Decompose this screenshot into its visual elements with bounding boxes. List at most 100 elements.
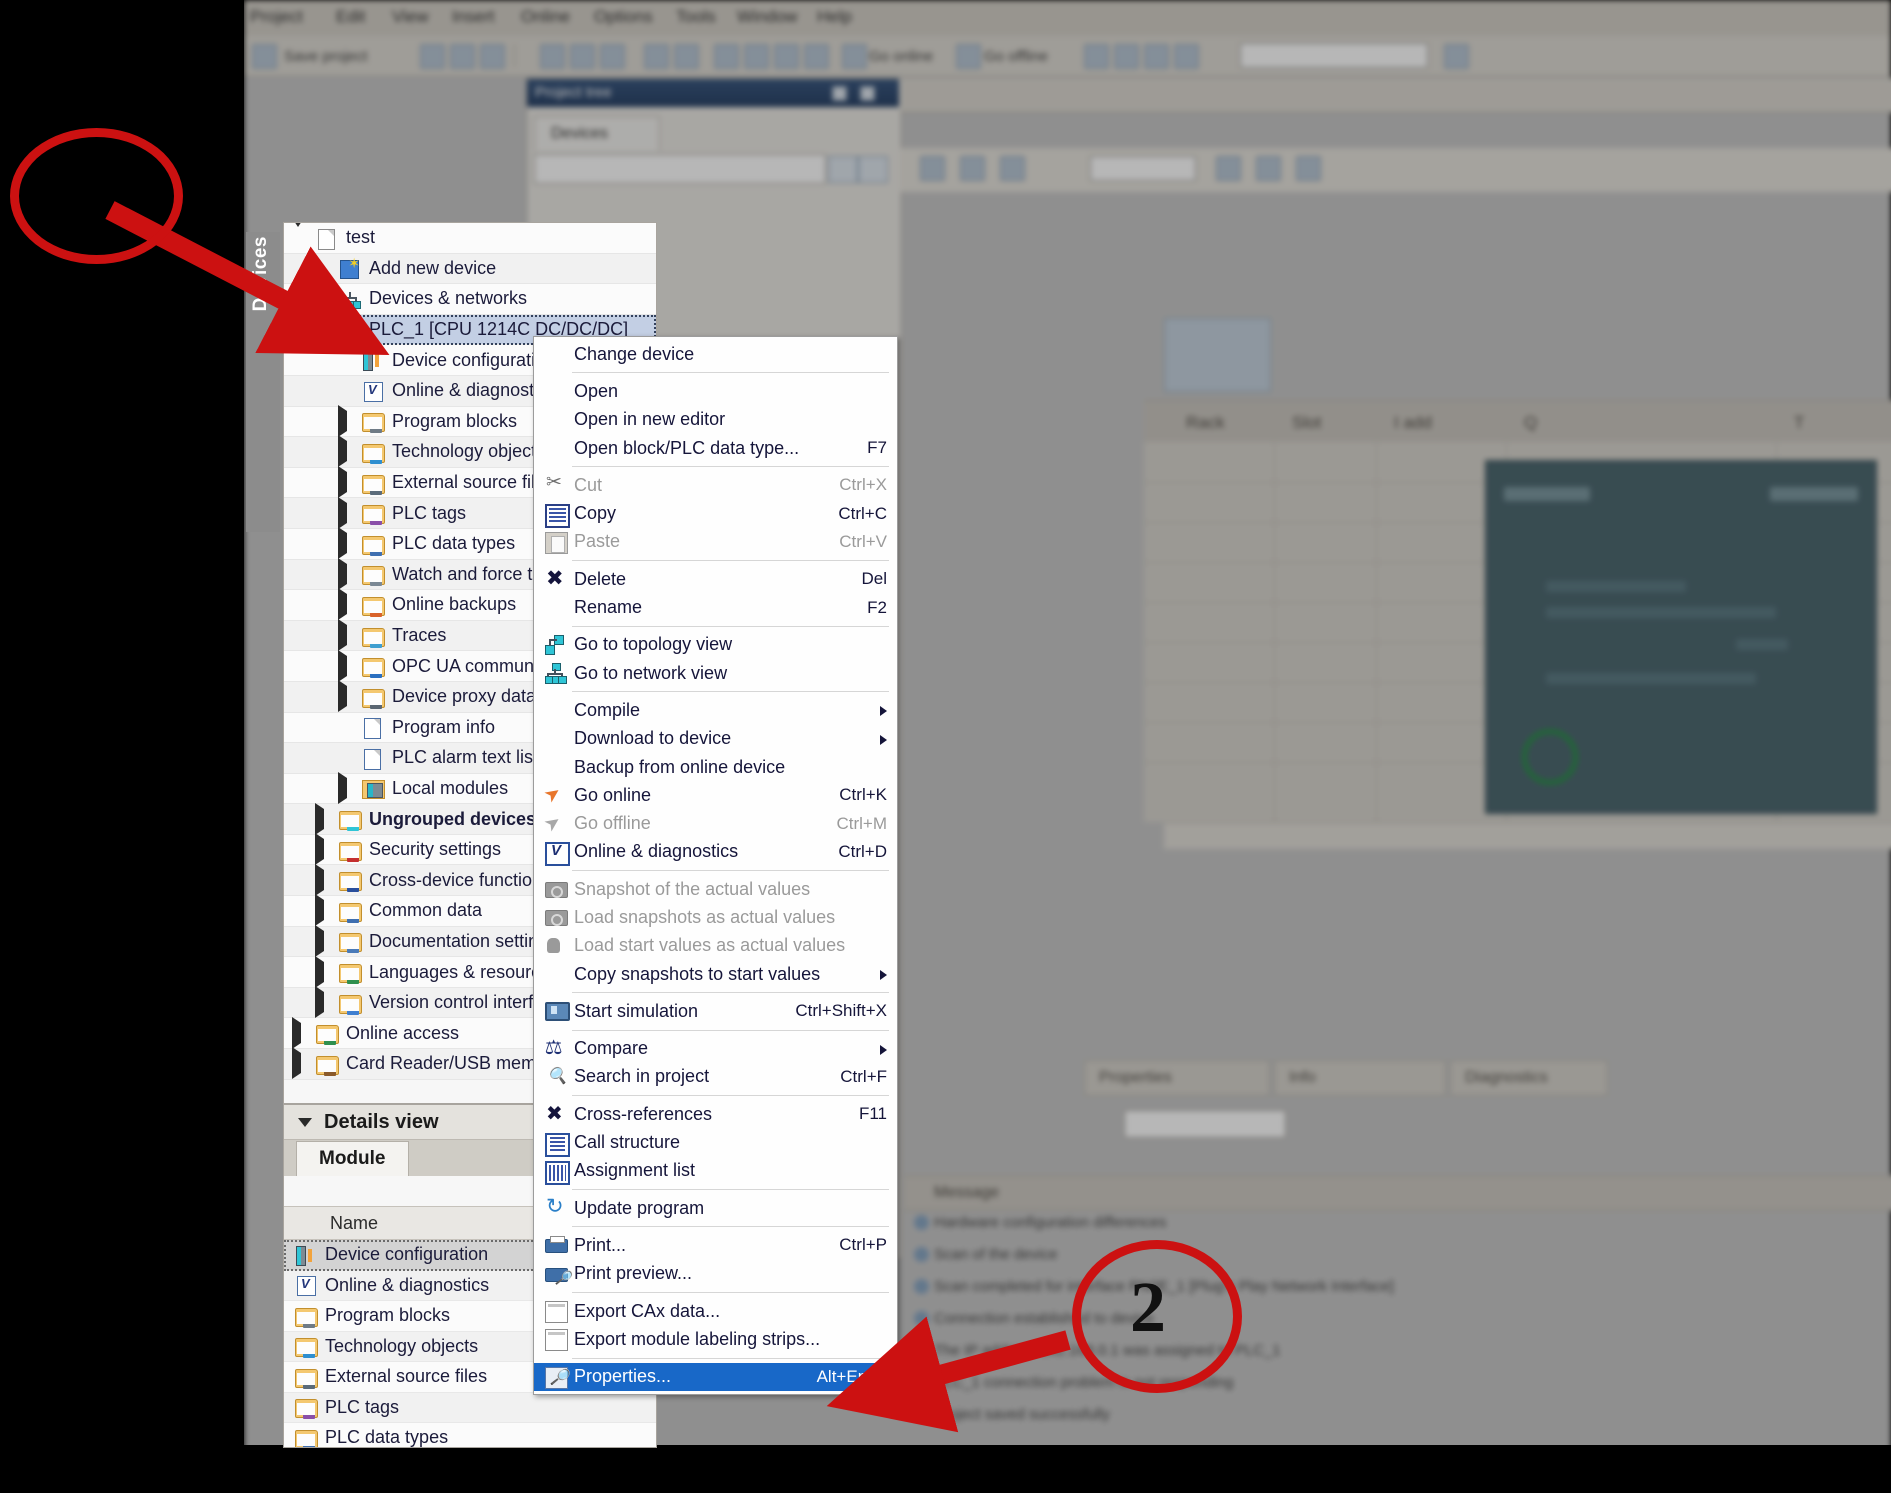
editor-zoom-field[interactable] — [1090, 156, 1196, 181]
menu-item-call-structure[interactable]: Call structure — [534, 1128, 897, 1156]
editor-tabstrip[interactable] — [900, 78, 1891, 113]
inspector-tabbar[interactable]: Properties Info Diagnostics — [904, 1060, 1891, 1094]
save-icon[interactable] — [450, 44, 475, 69]
details-row-plc-data-types[interactable]: PLC data types — [284, 1423, 656, 1448]
project-tree-tabbar[interactable]: Devices — [534, 116, 894, 150]
menu-tools[interactable]: Tools — [676, 7, 716, 27]
start-sim-icon[interactable] — [804, 44, 829, 69]
editor-filter-icon[interactable] — [1216, 156, 1241, 181]
twisty-right-icon[interactable] — [292, 1053, 306, 1074]
twisty-down-icon[interactable] — [292, 227, 306, 248]
saveas-icon[interactable] — [480, 44, 505, 69]
close-panel-icon[interactable] — [860, 86, 875, 101]
twisty-right-icon[interactable] — [315, 809, 329, 830]
twisty-down-icon[interactable] — [315, 319, 329, 340]
twisty-right-icon[interactable] — [315, 839, 329, 860]
tree-item-devices-networks[interactable]: Devices & networks — [284, 284, 656, 315]
menu-item-go-online[interactable]: Go onlineCtrl+K — [534, 781, 897, 809]
menu-item-go-to-network-view[interactable]: Go to network view — [534, 659, 897, 687]
menu-bar[interactable]: Project Edit View Insert Online Options … — [244, 0, 1891, 36]
toolbar-search-icon[interactable] — [1444, 44, 1469, 69]
menu-item-export-cax-data[interactable]: Export CAx data... — [534, 1297, 897, 1325]
tab-info[interactable]: Info — [1274, 1060, 1446, 1096]
menu-item-copy[interactable]: CopyCtrl+C — [534, 499, 897, 527]
menu-edit[interactable]: Edit — [336, 7, 365, 27]
tree-search-prev-icon[interactable] — [828, 156, 858, 183]
paste-icon[interactable] — [600, 44, 625, 69]
editor-zoom-icon[interactable] — [960, 156, 985, 181]
twisty-right-icon[interactable] — [338, 564, 352, 585]
twisty-right-icon[interactable] — [338, 533, 352, 554]
tree-search-input[interactable] — [534, 154, 826, 184]
undo-icon[interactable] — [644, 44, 669, 69]
tab-properties[interactable]: Properties — [1084, 1060, 1270, 1096]
twisty-right-icon[interactable] — [338, 594, 352, 615]
menu-item-open[interactable]: Open — [534, 377, 897, 405]
go-online-btn-icon[interactable] — [842, 44, 867, 69]
twisty-right-icon[interactable] — [338, 686, 352, 707]
twisty-right-icon[interactable] — [338, 656, 352, 677]
twisty-right-icon[interactable] — [315, 962, 329, 983]
menu-item-cross-references[interactable]: Cross-referencesF11 — [534, 1100, 897, 1128]
twisty-right-icon[interactable] — [338, 625, 352, 646]
menu-item-search-in-project[interactable]: Search in projectCtrl+F — [534, 1063, 897, 1091]
menu-item-change-device[interactable]: Change device — [534, 340, 897, 368]
menu-insert[interactable]: Insert — [452, 7, 495, 27]
menu-item-export-module-labeling-strips[interactable]: Export module labeling strips... — [534, 1325, 897, 1353]
dock-tab-devices[interactable]: Devices — [250, 236, 272, 311]
menu-item-print[interactable]: Print...Ctrl+P — [534, 1231, 897, 1259]
tab-devices[interactable]: Devices — [534, 116, 660, 151]
tree-item-add-new-device[interactable]: ✶Add new device — [284, 254, 656, 285]
editor-nav-icon[interactable] — [920, 156, 945, 181]
go-online-label[interactable]: Go online — [869, 48, 933, 65]
twisty-right-icon[interactable] — [338, 441, 352, 462]
menu-item-compare[interactable]: Compare — [534, 1035, 897, 1063]
compile-icon[interactable] — [714, 44, 739, 69]
tab-diagnostics[interactable]: Diagnostics — [1450, 1060, 1608, 1096]
go-offline-label[interactable]: Go offline — [984, 48, 1048, 65]
toolbar-search-field[interactable] — [1240, 43, 1428, 68]
menu-item-backup-from-online-device[interactable]: Backup from online device — [534, 753, 897, 781]
menu-item-download-to-device[interactable]: Download to device — [534, 725, 897, 753]
menu-item-online-diagnostics[interactable]: Online & diagnosticsCtrl+D — [534, 838, 897, 866]
menu-item-copy-snapshots-to-start-values[interactable]: Copy snapshots to start values — [534, 960, 897, 988]
help-icon[interactable] — [1174, 44, 1199, 69]
save-project-label[interactable]: Save project — [284, 48, 367, 65]
menu-project[interactable]: Project — [250, 7, 303, 27]
menu-online[interactable]: Online — [521, 7, 570, 27]
menu-item-open-in-new-editor[interactable]: Open in new editor — [534, 406, 897, 434]
tree-search-next-icon[interactable] — [858, 156, 888, 183]
upload-icon[interactable] — [774, 44, 799, 69]
editor-toolbar[interactable] — [900, 148, 1891, 192]
menu-item-open-block-plc-data-type[interactable]: Open block/PLC data type...F7 — [534, 434, 897, 462]
editor-table-icon[interactable] — [1256, 156, 1281, 181]
menu-help[interactable]: Help — [817, 7, 852, 27]
editor-info-icon[interactable] — [1296, 156, 1321, 181]
twisty-right-icon[interactable] — [338, 411, 352, 432]
menu-view[interactable]: View — [392, 7, 429, 27]
go-offline-btn-icon[interactable] — [956, 44, 981, 69]
twisty-right-icon[interactable] — [292, 1023, 306, 1044]
twisty-right-icon[interactable] — [315, 870, 329, 891]
redo-icon[interactable] — [674, 44, 699, 69]
menu-item-rename[interactable]: RenameF2 — [534, 593, 897, 621]
menu-window[interactable]: Window — [737, 7, 797, 27]
menu-item-compile[interactable]: Compile — [534, 696, 897, 724]
tab-module[interactable]: Module — [296, 1141, 409, 1176]
twisty-right-icon[interactable] — [315, 992, 329, 1013]
editor-grid-icon[interactable] — [1000, 156, 1025, 181]
menu-options[interactable]: Options — [594, 7, 653, 27]
diagnostics-icon[interactable] — [1084, 44, 1109, 69]
twisty-right-icon[interactable] — [338, 472, 352, 493]
main-toolbar[interactable]: Save project Go online Go offline — [244, 36, 1891, 77]
twisty-right-icon[interactable] — [338, 778, 352, 799]
copy-icon[interactable] — [570, 44, 595, 69]
new-project-icon[interactable] — [252, 44, 277, 69]
plc-context-menu[interactable]: Change device OpenOpen in new editorOpen … — [533, 336, 898, 1395]
twisty-right-icon[interactable] — [338, 503, 352, 524]
tree-item-test[interactable]: test — [284, 223, 656, 254]
pin-icon[interactable] — [832, 86, 847, 101]
inspector-search-input[interactable] — [1124, 1110, 1286, 1138]
menu-item-go-to-topology-view[interactable]: Go to topology view — [534, 631, 897, 659]
menu-item-update-program[interactable]: Update program — [534, 1194, 897, 1222]
